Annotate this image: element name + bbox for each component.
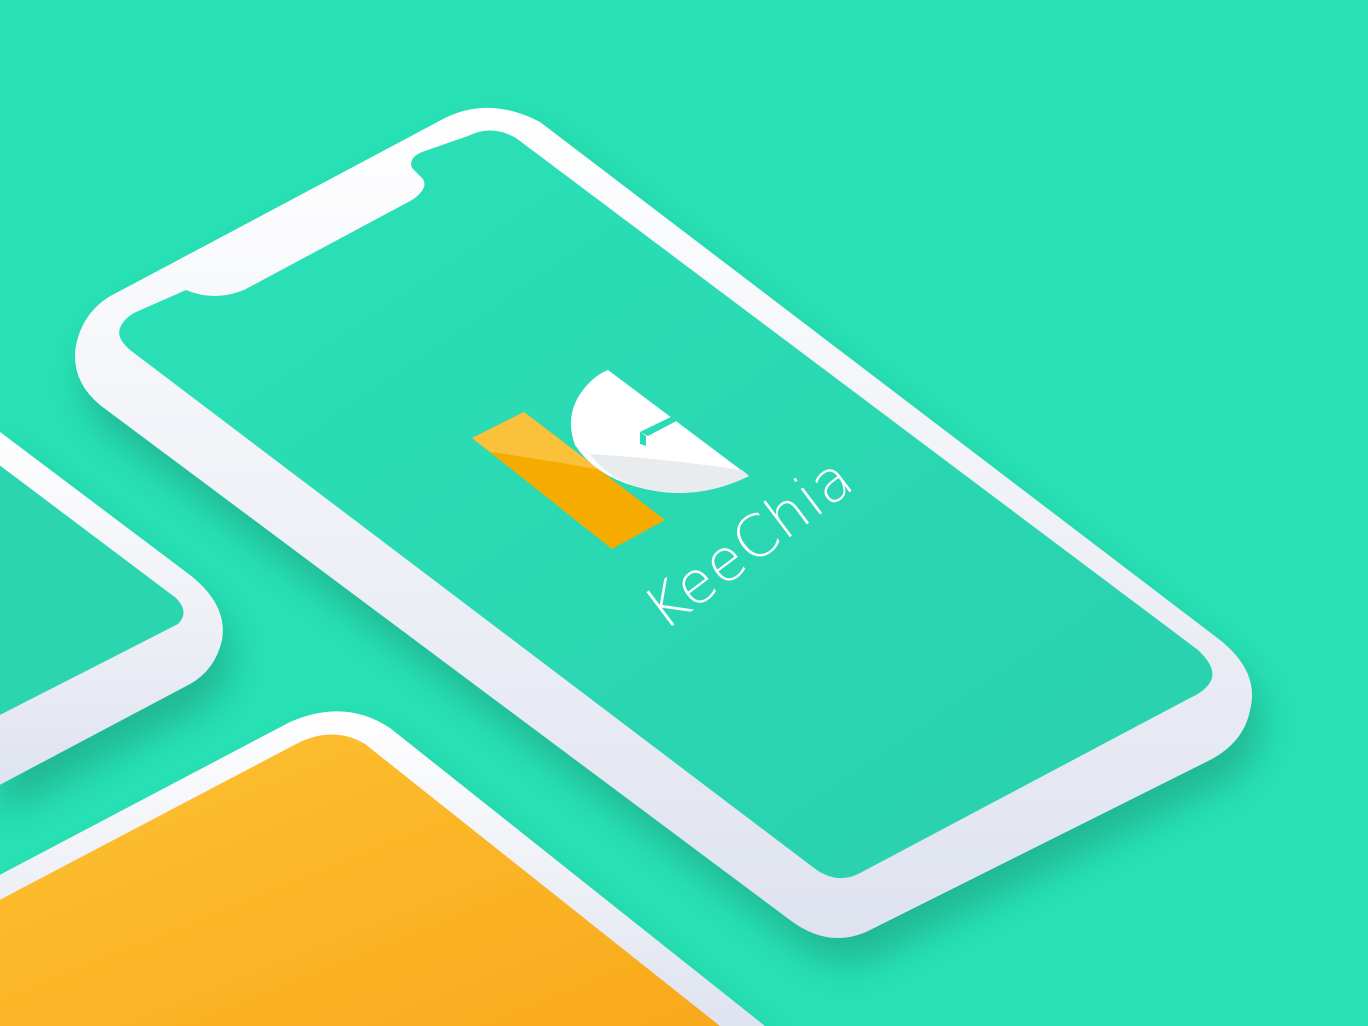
left-phone-mockup — [0, 432, 223, 785]
mockup-scene: KeeChia — [0, 107, 1252, 1026]
